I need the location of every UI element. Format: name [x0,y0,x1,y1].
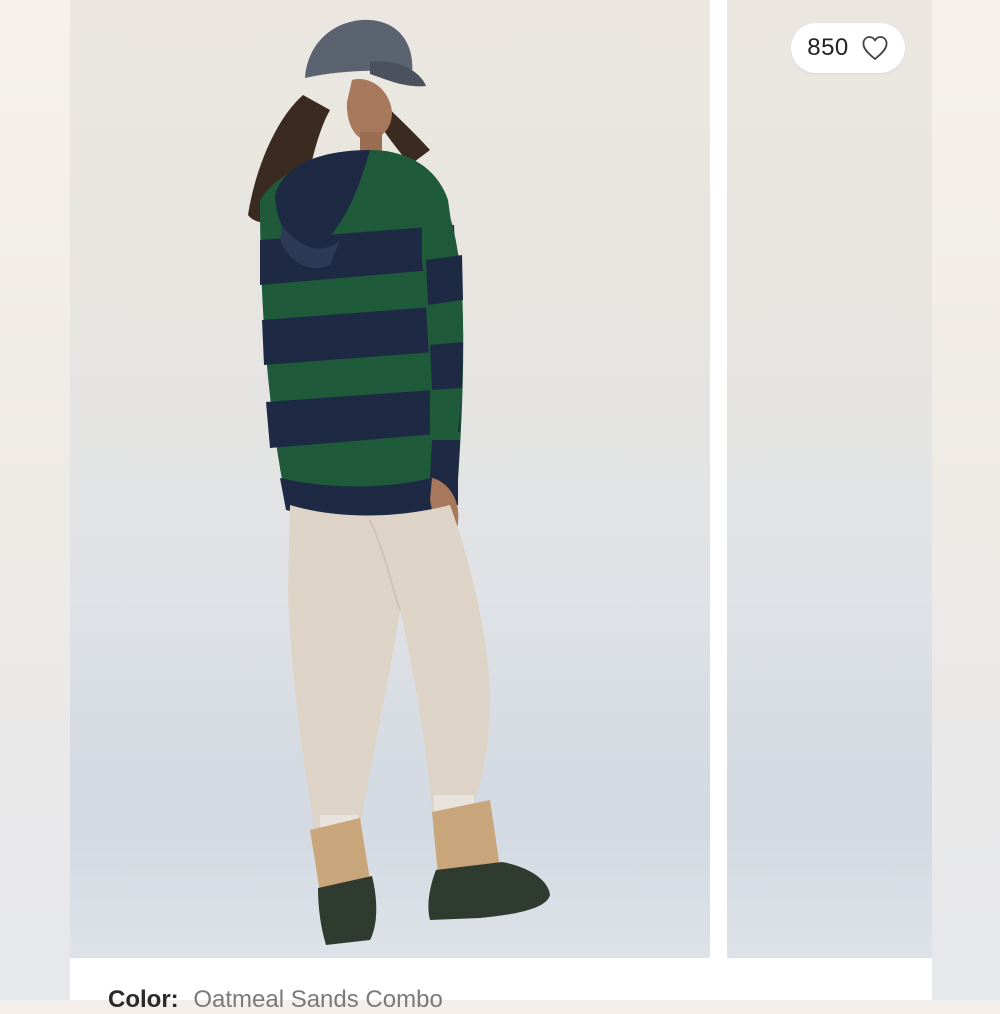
model-figure [248,19,550,945]
heart-outline-icon [862,36,888,60]
product-info-panel: Color: Oatmeal Sands Combo [70,958,932,1013]
left-edge-strip [0,0,70,1000]
image-gutter [710,0,727,958]
right-edge-strip [932,0,1000,1000]
like-count: 850 [807,34,849,61]
like-button[interactable]: 850 [791,23,905,73]
product-image-main[interactable] [70,0,710,958]
color-selection: Color: Oatmeal Sands Combo [108,986,443,1014]
photo-floor-secondary [727,640,932,958]
product-image-secondary[interactable] [727,0,932,958]
